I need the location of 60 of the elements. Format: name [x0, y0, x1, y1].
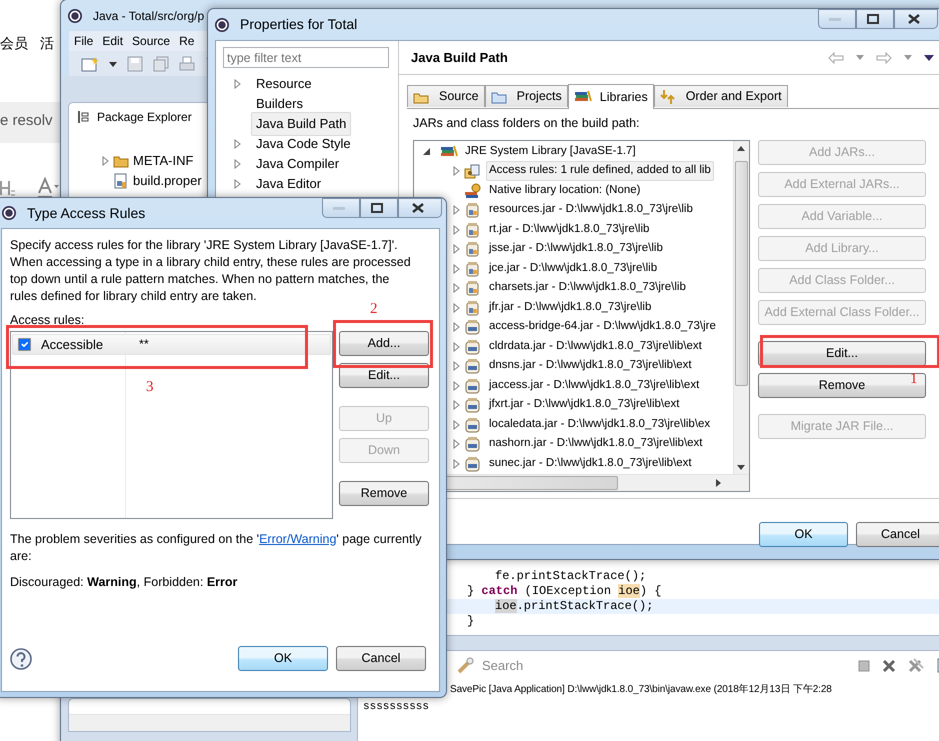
tab[interactable]: Source — [407, 85, 485, 107]
code-line: } catch (IOException ioe) { — [466, 584, 662, 599]
tree-item[interactable]: jfr.jar - D:\lww\jdk1.8.0_73\jre\lib — [486, 298, 654, 318]
tab[interactable]: Libraries — [568, 84, 654, 109]
window-title: Java - Total/src/org/p — [93, 8, 204, 24]
window-title: Type Access Rules — [27, 204, 146, 223]
menu-item[interactable]: Source — [132, 32, 170, 50]
page-heading: e resolv — [0, 102, 62, 142]
dialog-button[interactable]: OK — [238, 646, 328, 671]
tree-item[interactable]: jsse.jar - D:\lww\jdk1.8.0_73\jre\lib — [486, 239, 666, 259]
dialog-button[interactable]: OK — [759, 522, 848, 547]
tree-item[interactable]: localedata.jar - D:\lww\jdk1.8.0_73\jre\lib\ex — [486, 414, 714, 434]
filter-field[interactable]: type filter text — [223, 47, 389, 68]
view-title[interactable]: Package Explorer — [97, 108, 192, 126]
action-button[interactable]: Remove — [339, 480, 429, 506]
tree-item[interactable]: Access rules: 1 rule defined, added to all lib — [486, 161, 714, 181]
code-line: fe.printStackTrace(); — [494, 569, 648, 584]
console-label: SavePic [Java Application] D:\lww\jdk1.8.0_73\bin\javaw.exe (2018年12月13日 下午2:28 — [449, 683, 833, 697]
tree-item[interactable]: Java Build Path — [251, 112, 352, 136]
action-button[interactable]: Add... — [339, 330, 429, 356]
tree-item[interactable]: jfxrt.jar - D:\lww\jdk1.8.0_73\jre\lib\ext — [486, 395, 682, 415]
table-cell-text: ** — [139, 336, 149, 353]
tab[interactable]: Order and Export — [654, 85, 788, 107]
menu-item[interactable]: 会员 — [0, 33, 28, 54]
annotation-number: 1 — [910, 372, 918, 387]
tree-item[interactable]: JRE System Library [JavaSE-1.7] — [462, 142, 639, 162]
tree-item[interactable]: jaccess.jar - D:\lww\jdk1.8.0_73\jre\lib\ext — [486, 376, 702, 396]
window-title: Properties for Total — [240, 15, 358, 34]
severity-values: Discouraged: Warning, Forbidden: Error — [10, 574, 238, 591]
tree-item[interactable]: charsets.jar - D:\lww\jdk1.8.0_73\jre\lib — [486, 278, 689, 298]
dialog-button[interactable]: Cancel — [336, 646, 426, 671]
severity-text: The problem severities as configured on the 'Error/Warning' page currently are: — [10, 530, 422, 565]
tree-item[interactable]: sunec.jar - D:\lww\jdk1.8.0_73\jre\lib\ext — [486, 454, 695, 474]
tree-item[interactable]: dnsns.jar - D:\lww\jdk1.8.0_73\jre\lib\ext — [486, 356, 695, 376]
tree-item[interactable]: cldrdata.jar - D:\lww\jdk1.8.0_73\jre\lib\ext — [486, 336, 705, 356]
tab[interactable]: Projects — [484, 85, 568, 107]
tree-item[interactable]: jce.jar - D:\lww\jdk1.8.0_73\jre\lib — [486, 258, 660, 278]
description-text: Specify access rules for the library 'JRE System Library [JavaSE-1.7]'. When accessing a type in a library child entry, these rules are processed top down until a rule pattern matches. When no pattern matches, the rules defined for library child entry are taken. — [10, 237, 412, 303]
menu-item[interactable]: 活 — [40, 33, 54, 54]
menu-item[interactable]: Edit — [102, 32, 124, 50]
page-title: Java Build Path — [411, 48, 508, 67]
table-cell-text: Accessible — [41, 336, 104, 354]
tree-item[interactable]: rt.jar - D:\lww\jdk1.8.0_73\jre\lib — [486, 220, 652, 240]
tree-item[interactable]: resources.jar - D:\lww\jdk1.8.0_73\jre\lib — [486, 200, 696, 220]
section-label: Access rules: — [10, 312, 86, 329]
tree-item[interactable]: nashorn.jar - D:\lww\jdk1.8.0_73\jre\lib\ext — [486, 434, 706, 454]
tree-item[interactable]: access-bridge-64.jar - D:\lww\jdk1.8.0_73\jre — [486, 317, 719, 337]
menu-item[interactable]: File — [74, 32, 94, 50]
tree-item[interactable]: Native library location: (None) — [486, 180, 644, 200]
annotation-number: 3 — [146, 380, 154, 395]
tree-item[interactable]: META-INF — [133, 151, 194, 171]
list-label: JARs and class folders on the build path: — [413, 115, 641, 132]
annotation-number: 2 — [370, 302, 378, 317]
dialog-button[interactable]: Cancel — [856, 522, 939, 547]
action-button[interactable]: Edit... — [758, 340, 926, 366]
menu-item[interactable]: Re — [179, 32, 194, 50]
tree-item[interactable]: build.proper — [133, 171, 202, 191]
code-line: } — [466, 614, 476, 629]
console-output: ssssssssss — [362, 700, 430, 715]
error-warning-link[interactable]: Error/Warning — [259, 532, 336, 546]
